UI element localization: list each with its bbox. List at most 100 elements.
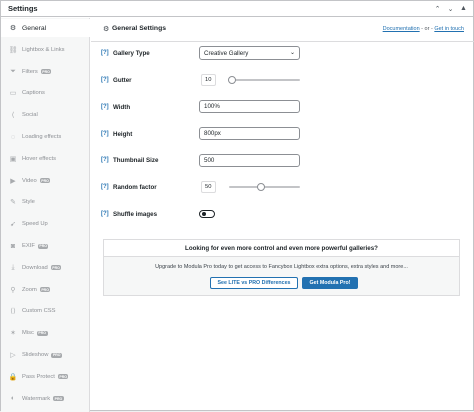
filter-icon: ⏷ [10, 67, 16, 75]
main-header: ⚙ General Settings Documentation - or - … [91, 18, 474, 42]
panel-header: Settings ⌃ ⌄ ▲ [1, 1, 473, 17]
hover-icon: ▣ [9, 155, 17, 163]
sidebar-item-label: Filters [22, 68, 38, 75]
move-up-icon[interactable]: ⌃ [432, 3, 443, 14]
help-icon[interactable]: [?] [101, 104, 109, 110]
sidebar-item-video[interactable]: ▶ Video PRO [1, 172, 89, 190]
gallery-type-select[interactable]: Creative Gallery ⌄ [199, 46, 300, 60]
sidebar-item-zoom[interactable]: ⚲ Zoom PRO [1, 281, 89, 299]
gallery-type-label: Gallery Type [113, 50, 150, 57]
random-factor-label: Random factor [113, 184, 157, 191]
link-icon: ⛓ [8, 46, 18, 54]
collapse-icon[interactable]: ▲ [458, 3, 469, 14]
sidebar-item-label: Zoom [22, 286, 37, 293]
gallery-type-value: Creative Gallery [204, 49, 249, 57]
sidebar-item-label: Download [22, 264, 48, 271]
download-icon: ⤓ [11, 263, 15, 271]
sidebar-item-loading-effects[interactable]: ◌ Loading effects [1, 128, 89, 146]
sidebar-item-lightbox-links[interactable]: ⛓ Lightbox & Links [1, 41, 89, 59]
shuffle-images-toggle[interactable] [199, 210, 215, 218]
camera-icon: ◙ [10, 242, 16, 250]
gutter-label: Gutter [113, 77, 132, 84]
sidebar-item-slideshow[interactable]: ▷ Slideshow PRO [1, 346, 89, 364]
sidebar-item-custom-css[interactable]: ⟨⟩ Custom CSS [1, 302, 89, 320]
pro-badge: PRO [37, 243, 49, 249]
random-factor-slider-handle[interactable] [257, 183, 265, 191]
sidebar-item-label: Watermark [22, 395, 51, 402]
sidebar-item-speed-up[interactable]: ➹ Speed Up [1, 215, 89, 233]
height-label: Height [113, 131, 133, 138]
promo-body: Upgrade to Modula Pro today to get acces… [104, 257, 459, 295]
sidebar-item-captions[interactable]: ▭ Captions [1, 84, 89, 102]
brush-icon: ✎ [10, 199, 16, 207]
gutter-input[interactable]: 10 [201, 74, 216, 86]
header-links: Documentation - or - Get in touch [383, 26, 464, 32]
or-text: - or - [421, 26, 433, 32]
sidebar-item-misc[interactable]: ✶ Misc PRO [1, 324, 89, 342]
move-down-icon[interactable]: ⌄ [445, 3, 456, 14]
gear-icon: ⚙ [103, 26, 110, 33]
promo-title: Looking for even more control and even m… [104, 240, 459, 257]
random-factor-input[interactable]: 50 [201, 181, 216, 193]
thumbnail-size-label: Thumbnail Size [113, 157, 159, 164]
sidebar-item-label: Hover effects [22, 155, 57, 162]
pro-badge: PRO [39, 178, 51, 184]
zoom-icon: ⚲ [10, 286, 16, 294]
sidebar-item-watermark[interactable]: ◐ Watermark PRO [1, 390, 89, 408]
sidebar-item-download[interactable]: ⤓ Download PRO [1, 259, 89, 277]
rocket-icon: ➹ [10, 221, 16, 229]
watermark-icon: ◐ [10, 395, 16, 403]
sidebar-item-label: General [22, 24, 47, 32]
compare-versions-button[interactable]: See LITE vs PRO Differences [210, 277, 298, 289]
sidebar-item-label: Captions [22, 90, 45, 97]
help-icon[interactable]: [?] [101, 184, 109, 190]
sidebar-item-pass-protect[interactable]: 🔒 Pass Protect PRO [1, 368, 89, 386]
sidebar-item-general[interactable]: ⚙ General [1, 19, 91, 37]
pro-badge: PRO [53, 396, 64, 402]
height-input[interactable]: 800px [199, 127, 300, 140]
width-label: Width [113, 104, 131, 111]
get-in-touch-link[interactable]: Get in touch [434, 26, 464, 32]
sidebar-item-label: Loading effects [22, 134, 62, 140]
help-icon[interactable]: [?] [101, 157, 109, 163]
pro-badge: PRO [39, 287, 51, 293]
page-title: General Settings [112, 25, 167, 32]
sidebar-item-filters[interactable]: ⏷ Filters PRO [1, 63, 89, 81]
pro-badge: PRO [36, 330, 48, 336]
sidebar-item-label: Social [22, 112, 38, 119]
thumbnail-size-input[interactable]: 500 [199, 154, 300, 167]
sidebar-item-label: Video [22, 177, 37, 184]
video-icon: ▶ [10, 177, 16, 185]
pro-badge: PRO [40, 69, 52, 75]
slideshow-icon: ▷ [10, 352, 16, 359]
help-icon[interactable]: [?] [101, 211, 109, 217]
get-pro-button[interactable]: Get Modula Pro! [302, 277, 358, 289]
width-input[interactable]: 100% [199, 100, 300, 113]
sidebar-item-hover-effects[interactable]: ▣ Hover effects [1, 150, 89, 168]
documentation-link[interactable]: Documentation [383, 26, 420, 32]
settings-panel: Settings ⌃ ⌄ ▲ ⚙ General ⛓ Lightbox & Links… [0, 0, 474, 412]
sidebar-item-style[interactable]: ✎ Style [1, 193, 89, 211]
sidebar-item-label: Style [22, 199, 35, 206]
promo-text: Upgrade to Modula Pro today to get acces… [155, 264, 408, 270]
sidebar-item-label: EXIF [22, 243, 35, 249]
misc-icon: ✶ [10, 330, 16, 338]
pro-badge: PRO [51, 352, 63, 358]
panel-controls: ⌃ ⌄ ▲ [432, 3, 469, 14]
gutter-slider-handle[interactable] [228, 76, 236, 84]
caption-icon: ▭ [9, 90, 17, 98]
chevron-down-icon: ⌄ [289, 50, 295, 56]
help-icon[interactable]: [?] [101, 131, 109, 137]
help-icon[interactable]: [?] [101, 77, 109, 83]
loading-icon: ◌ [10, 133, 16, 141]
toggle-knob [202, 212, 206, 216]
sidebar-item-label: Lightbox & Links [22, 46, 65, 53]
pro-badge: PRO [50, 265, 62, 271]
sidebar-item-social[interactable]: ⟨ Social [1, 106, 89, 124]
lock-icon: 🔒 [8, 373, 18, 381]
gutter-slider-track[interactable] [228, 79, 300, 81]
panel-title: Settings [8, 4, 38, 13]
sidebar-item-exif[interactable]: ◙ EXIF PRO [1, 237, 89, 255]
upgrade-promo: Looking for even more control and even m… [103, 239, 460, 296]
help-icon[interactable]: [?] [101, 50, 109, 56]
